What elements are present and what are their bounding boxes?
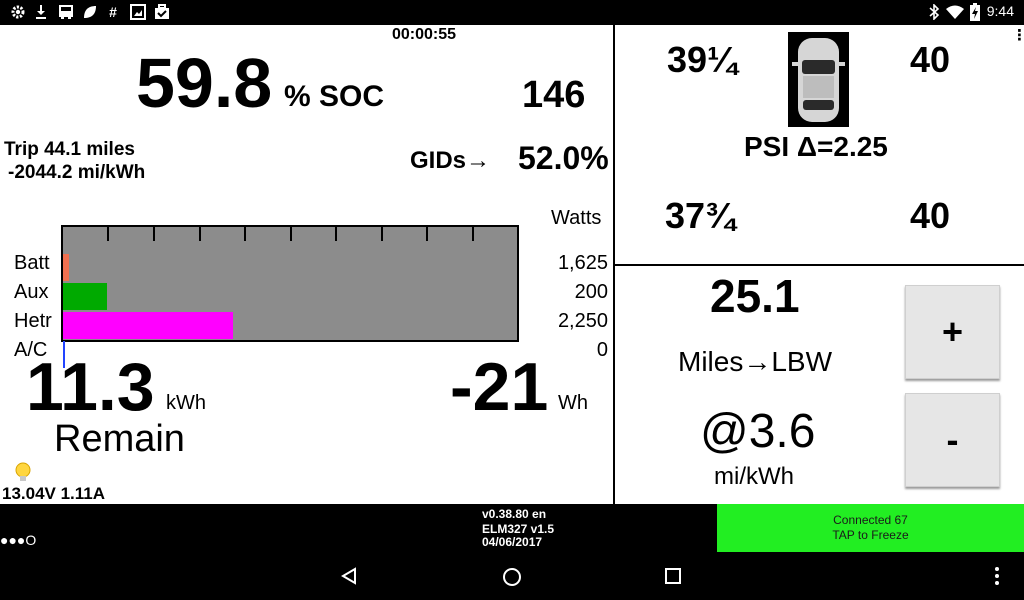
- remain-unit: kWh: [166, 392, 206, 414]
- briefcase-icon: [155, 4, 169, 19]
- gids-value: 146: [522, 74, 586, 116]
- soc-unit: % SOC: [284, 80, 385, 113]
- tire-front-right: 40: [910, 39, 951, 80]
- wifi-icon: [946, 5, 964, 19]
- wh-value: -21: [450, 349, 549, 425]
- battery-charging-icon: [970, 3, 980, 21]
- download-icon: [36, 5, 46, 19]
- clock: 9:44: [986, 3, 1014, 19]
- miles-to-lbw-label: Miles→LBW: [678, 346, 833, 377]
- build-date: 04/06/2017: [482, 535, 543, 549]
- psi-delta: PSI Δ=2.25: [744, 131, 888, 162]
- bluetooth-icon: [929, 4, 940, 20]
- bar-watts-batt: 1,625: [557, 252, 608, 274]
- car-icon: [788, 32, 849, 127]
- gallery-icon: [130, 4, 146, 20]
- bar-watts-ac: 0: [596, 339, 608, 361]
- bar-label-aux: Aux: [14, 281, 49, 303]
- bus-icon: [59, 5, 73, 19]
- app-version: v0.38.80 en: [482, 507, 547, 521]
- activity-dots: ●●●O: [0, 532, 37, 548]
- adapter-version: ELM327 v1.5: [482, 522, 555, 536]
- gids-label: GIDs→: [410, 147, 491, 174]
- efficiency-unit: mi/kWh: [714, 463, 794, 490]
- bar-fill-aux: [63, 283, 107, 310]
- bar-label-batt: Batt: [14, 252, 50, 274]
- menu-icon[interactable]: [994, 566, 1000, 586]
- tire-rear-right: 40: [910, 195, 951, 236]
- decrease-button[interactable]: -: [905, 393, 1000, 487]
- navigation-bar: [0, 552, 1024, 600]
- elapsed-timer: 00:00:55: [392, 26, 457, 43]
- trip-efficiency: -2044.2 mi/kWh: [8, 162, 146, 183]
- recents-icon[interactable]: [665, 568, 681, 584]
- bar-label-hetr: Hetr: [14, 310, 52, 332]
- status-bar: # 9:44: [0, 0, 1024, 25]
- gids-percent: 52.0%: [518, 140, 609, 176]
- bar-watts-aux: 200: [574, 281, 608, 303]
- efficiency-value: @3.6: [700, 405, 816, 458]
- miles-to-lbw-value: 25.1: [710, 270, 800, 322]
- remain-value: 11.3: [26, 349, 155, 425]
- watts-header: Watts: [551, 207, 602, 229]
- settings-icon: [11, 5, 25, 19]
- freeze-hint: TAP to Freeze: [832, 528, 909, 542]
- wh-unit: Wh: [558, 392, 588, 414]
- bar-watts-hetr: 2,250: [557, 310, 608, 332]
- voltage-current: 13.04V 1.11A: [2, 484, 106, 503]
- horizontal-divider: [615, 264, 1024, 266]
- trip-distance: Trip 44.1 miles: [4, 139, 135, 160]
- bar-fill-batt: [63, 254, 69, 281]
- lightbulb-icon: [15, 462, 31, 481]
- leaf-icon: [84, 6, 96, 18]
- soc-value: 59.8: [136, 44, 273, 122]
- remain-label: Remain: [54, 418, 185, 460]
- overflow-menu-icon[interactable]: ⋮: [1012, 28, 1024, 43]
- connection-status-button[interactable]: Connected 67 TAP to Freeze: [717, 504, 1024, 552]
- tire-rear-left: 37¾: [665, 195, 736, 236]
- connection-status: Connected 67: [833, 513, 908, 527]
- bar-fill-hetr: [63, 312, 233, 339]
- back-icon[interactable]: [340, 567, 358, 585]
- hash-icon: #: [109, 4, 117, 20]
- tire-front-left: 39¼: [667, 39, 738, 80]
- increase-button[interactable]: +: [905, 285, 1000, 379]
- home-icon[interactable]: [502, 567, 522, 587]
- dashboard-panel: 00:00:55 59.8 % SOC 146 Trip 44.1 miles …: [0, 25, 1024, 504]
- info-bar: ●●●O v0.38.80 en ELM327 v1.5 04/06/2017 …: [0, 504, 1024, 552]
